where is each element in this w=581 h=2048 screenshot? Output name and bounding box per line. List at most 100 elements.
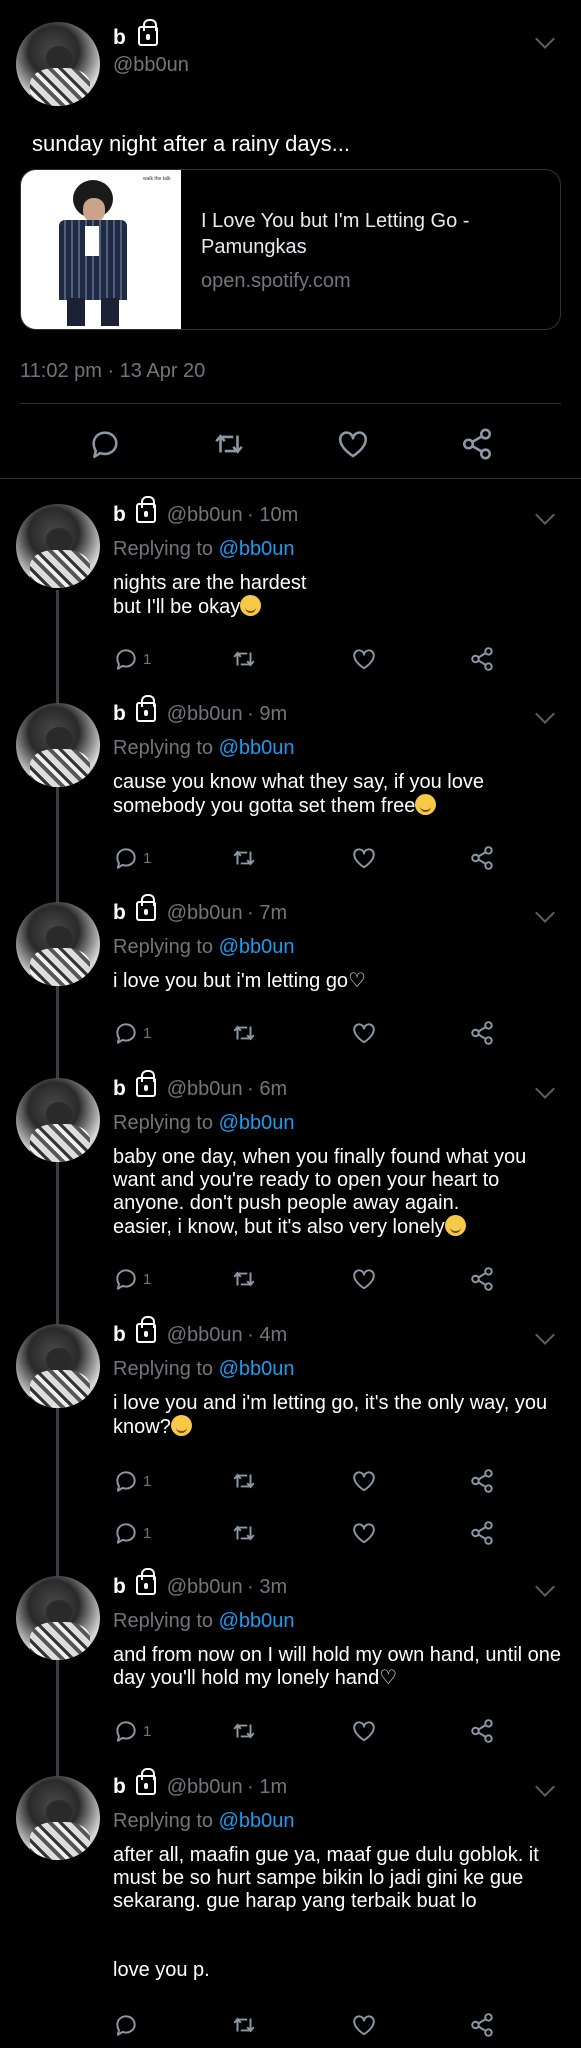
retweet-icon[interactable] — [231, 1520, 257, 1546]
grimacing-face-emoji — [444, 1215, 466, 1236]
chevron-down-icon[interactable] — [535, 1079, 555, 1099]
reply-icon[interactable] — [113, 1520, 139, 1546]
chevron-down-icon[interactable] — [535, 903, 555, 923]
reply-header: b @bb0un · 7m — [113, 894, 288, 925]
author-handle[interactable]: @bb0un — [167, 1576, 243, 1598]
reply-text: baby one day, when you finally found wha… — [113, 1146, 527, 1238]
chevron-down-icon[interactable] — [535, 1325, 555, 1345]
like-icon[interactable] — [351, 845, 377, 871]
share-icon[interactable] — [469, 1520, 495, 1546]
retweet-icon[interactable] — [231, 1020, 257, 1046]
share-icon[interactable] — [460, 427, 494, 461]
retweet-icon[interactable] — [231, 646, 257, 672]
reply-icon[interactable] — [113, 1468, 139, 1494]
chevron-down-icon[interactable] — [535, 505, 555, 525]
mention-link[interactable]: @bb0un — [219, 1810, 295, 1832]
link-card[interactable]: walk the talk I Love You but I'm Letting… — [20, 169, 561, 330]
reply-count: 1 — [143, 650, 152, 668]
share-icon[interactable] — [469, 1020, 495, 1046]
like-icon[interactable] — [351, 2012, 377, 2038]
reply-text: i love you but i'm letting go♡ — [113, 970, 366, 992]
mention-link[interactable]: @bb0un — [219, 1358, 295, 1380]
author-handle[interactable]: @bb0un — [167, 504, 243, 526]
retweet-icon[interactable] — [231, 845, 257, 871]
reply-tweet[interactable]: b @bb0un · 6m Replying to @bb0un baby on… — [0, 1070, 581, 1300]
author-name[interactable]: b — [113, 503, 126, 526]
share-icon[interactable] — [469, 2012, 495, 2038]
like-icon[interactable] — [336, 427, 370, 461]
mention-link[interactable]: @bb0un — [219, 538, 295, 560]
main-actions — [0, 425, 581, 463]
author-handle[interactable]: @bb0un — [167, 1324, 243, 1346]
mention-link[interactable]: @bb0un — [219, 737, 295, 759]
author-handle[interactable]: @bb0un — [167, 703, 243, 725]
avatar[interactable] — [16, 1324, 100, 1408]
reply-tweet[interactable]: b @bb0un · 4m Replying to @bb0un i love … — [0, 1316, 581, 1550]
avatar[interactable] — [16, 504, 100, 588]
avatar[interactable] — [16, 1776, 100, 1860]
retweet-icon[interactable] — [231, 1468, 257, 1494]
chevron-down-icon[interactable] — [535, 704, 555, 724]
avatar[interactable] — [16, 703, 100, 787]
reply-text: i love you and i'm letting go, it's the … — [113, 1392, 548, 1438]
reply-count: 1 — [143, 1524, 152, 1542]
reply-time: · 6m — [247, 1078, 288, 1100]
like-icon[interactable] — [351, 1718, 377, 1744]
avatar[interactable] — [16, 1078, 100, 1162]
author-name[interactable]: b — [113, 1775, 126, 1798]
avatar[interactable] — [16, 22, 100, 106]
author-name[interactable]: b — [113, 1077, 126, 1100]
retweet-icon[interactable] — [212, 427, 246, 461]
author-name[interactable]: b — [113, 1575, 126, 1598]
avatar[interactable] — [16, 902, 100, 986]
replying-to: Replying to @bb0un — [113, 538, 295, 560]
reply-tweet[interactable]: b @bb0un · 9m Replying to @bb0un cause y… — [0, 695, 581, 879]
author-name[interactable]: b — [113, 26, 126, 49]
reply-tweet[interactable]: b @bb0un · 7m Replying to @bb0un i love … — [0, 894, 581, 1054]
reply-icon[interactable] — [113, 2012, 139, 2038]
author-name[interactable]: b — [113, 702, 126, 725]
reply-icon[interactable] — [113, 1020, 139, 1046]
mention-link[interactable]: @bb0un — [219, 1610, 295, 1632]
replying-to: Replying to @bb0un — [113, 1112, 295, 1134]
reply-icon[interactable] — [88, 427, 122, 461]
like-icon[interactable] — [351, 1520, 377, 1546]
reply-tweet[interactable]: b @bb0un · 3m Replying to @bb0un and fro… — [0, 1568, 581, 1752]
share-icon[interactable] — [469, 1718, 495, 1744]
like-icon[interactable] — [351, 1468, 377, 1494]
author-handle[interactable]: @bb0un — [167, 1776, 243, 1798]
retweet-icon[interactable] — [231, 1266, 257, 1292]
reply-tweet[interactable]: b @bb0un · 10m Replying to @bb0un nights… — [0, 496, 581, 680]
reply-icon[interactable] — [113, 1718, 139, 1744]
share-icon[interactable] — [469, 646, 495, 672]
reply-icon[interactable] — [113, 646, 139, 672]
chevron-down-icon[interactable] — [535, 1577, 555, 1597]
author-handle[interactable]: @bb0un — [167, 1078, 243, 1100]
reply-icon[interactable] — [113, 845, 139, 871]
tweet-actions: 1 — [113, 644, 513, 674]
mention-link[interactable]: @bb0un — [219, 1112, 295, 1134]
reply-icon[interactable] — [113, 1266, 139, 1292]
author-name[interactable]: b — [113, 1323, 126, 1346]
reply-time: · 7m — [247, 902, 288, 924]
share-icon[interactable] — [469, 845, 495, 871]
like-icon[interactable] — [351, 646, 377, 672]
reply-tweet[interactable]: b @bb0un · 1m Replying to @bb0un after a… — [0, 1768, 581, 2048]
share-icon[interactable] — [469, 1266, 495, 1292]
chevron-down-icon[interactable] — [535, 29, 555, 49]
divider — [20, 403, 561, 404]
reply-text: after all, maafin gue ya, maaf gue dulu … — [113, 1844, 539, 1981]
author-handle[interactable]: @bb0un — [113, 54, 189, 77]
like-icon[interactable] — [351, 1266, 377, 1292]
chevron-down-icon[interactable] — [535, 1777, 555, 1797]
reply-header: b @bb0un · 9m — [113, 695, 287, 726]
author-name[interactable]: b — [113, 901, 126, 924]
replying-to: Replying to @bb0un — [113, 936, 295, 958]
retweet-icon[interactable] — [231, 1718, 257, 1744]
avatar[interactable] — [16, 1576, 100, 1660]
retweet-icon[interactable] — [231, 2012, 257, 2038]
mention-link[interactable]: @bb0un — [219, 936, 295, 958]
like-icon[interactable] — [351, 1020, 377, 1046]
author-handle[interactable]: @bb0un — [167, 902, 243, 924]
share-icon[interactable] — [469, 1468, 495, 1494]
